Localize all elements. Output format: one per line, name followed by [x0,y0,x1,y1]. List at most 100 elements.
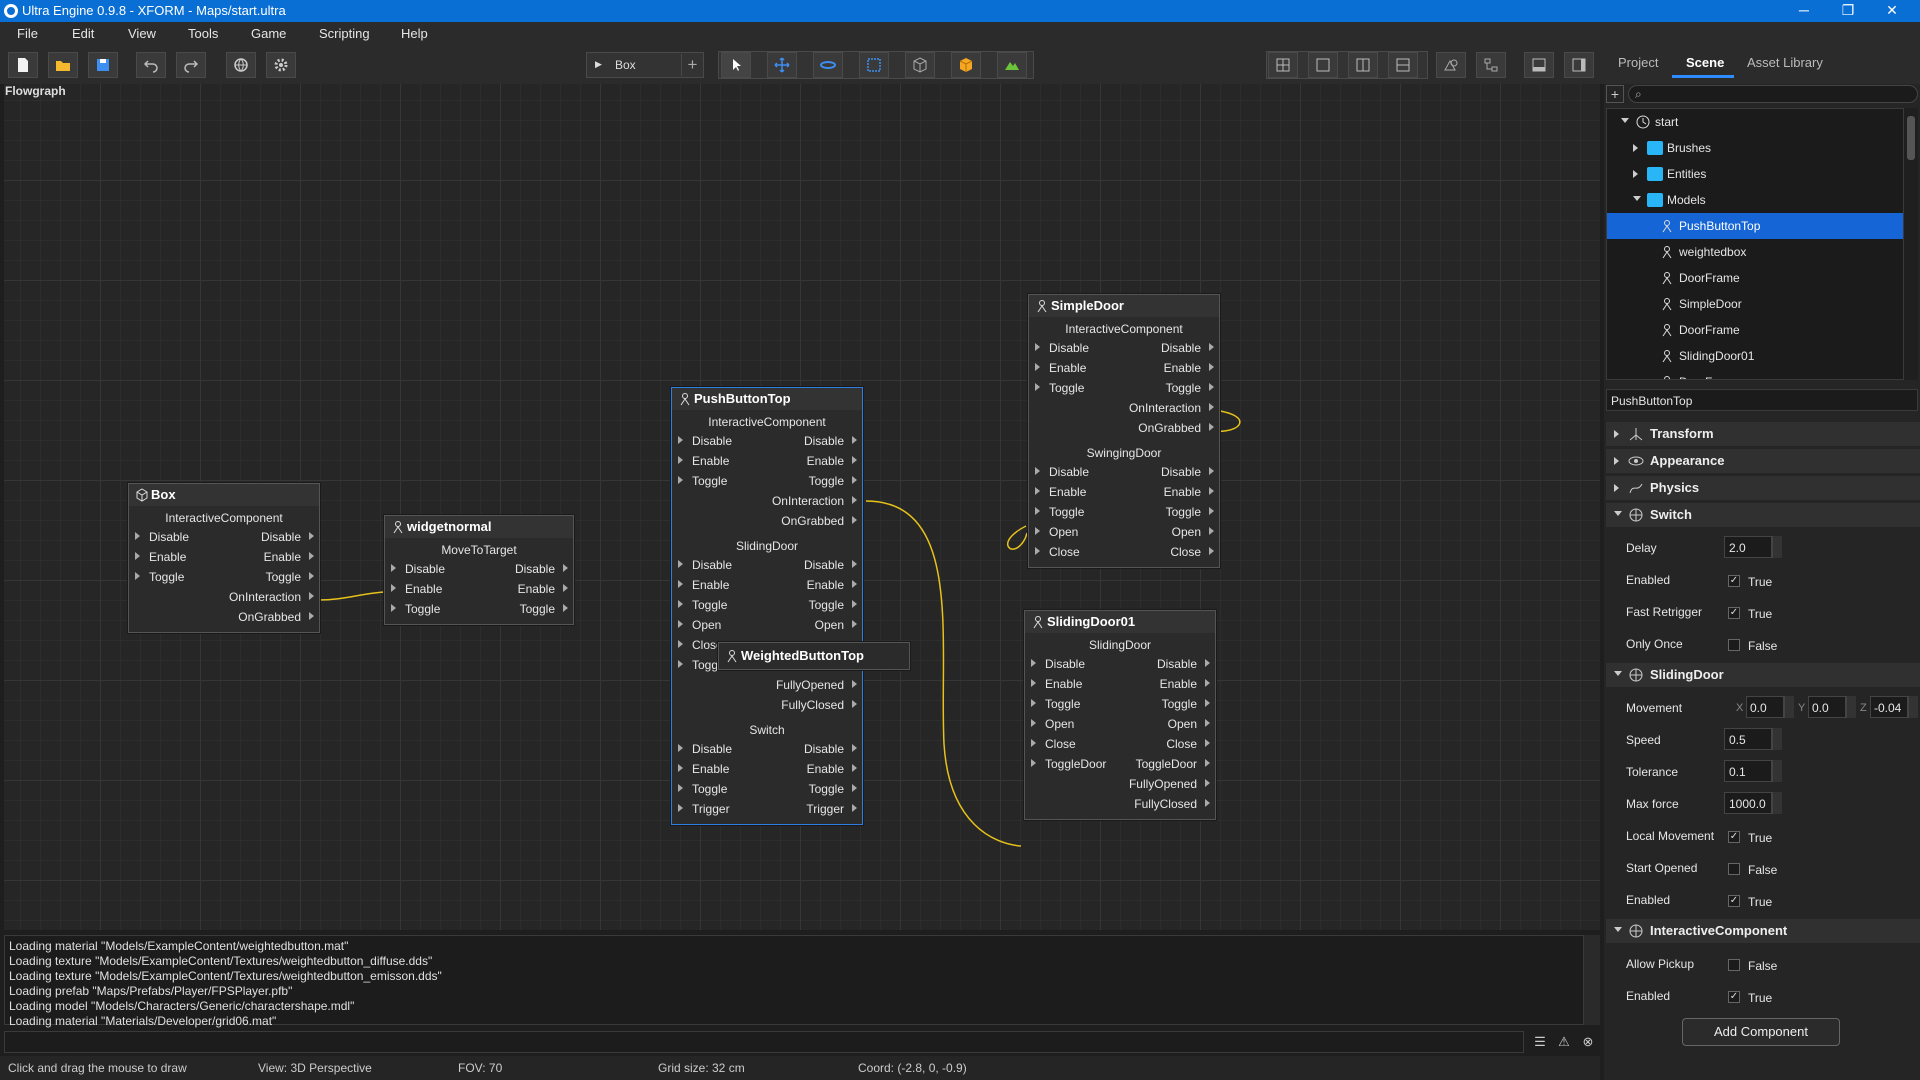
scale-tool-button[interactable] [859,52,889,78]
layout-single-button[interactable] [1308,52,1338,78]
rotate-tool-button[interactable] [813,52,843,78]
movement-x-spinner[interactable] [1784,696,1794,718]
menu-help[interactable]: Help [401,26,428,41]
node-port-row[interactable]: Toggle Toggle [672,473,862,491]
node-port-row[interactable]: Open Open [672,617,862,635]
menu-edit[interactable]: Edit [72,26,94,41]
node-port-row[interactable]: ToggleDoor ToggleDoor [1025,756,1215,774]
node-port-row[interactable]: Toggle Toggle [1029,504,1219,522]
local-movement-checkbox[interactable]: ✓ [1728,831,1740,843]
maximize-button[interactable]: ❐ [1828,0,1868,22]
node-port-row[interactable]: Enable Enable [1029,484,1219,502]
error-icon[interactable]: ⊗ [1578,1032,1598,1052]
node-port-row[interactable]: Disable Disable [1025,656,1215,674]
tree-item[interactable]: DoorFrame [1607,317,1903,343]
tree-item[interactable]: DoorFrame [1607,369,1903,379]
flow-node-pushbuttontop[interactable]: PushButtonTop InteractiveComponent Disab… [671,387,863,825]
group-transform-header[interactable]: Transform [1606,422,1920,446]
tree-item[interactable]: PushButtonTop [1607,213,1903,239]
tree-item[interactable]: SimpleDoor [1607,291,1903,317]
collapse-arrow-icon[interactable] [1633,196,1641,201]
flow-node-box[interactable]: Box InteractiveComponent Disable Disable … [128,483,320,633]
node-port-row[interactable]: FullyOpened [672,677,862,695]
node-port-row[interactable]: OnGrabbed [1029,420,1219,438]
tolerance-input[interactable]: 0.1 [1724,760,1772,782]
interactive-enabled-checkbox[interactable]: ✓ [1728,991,1740,1003]
delay-input[interactable]: 2.0 [1724,536,1772,558]
box-tool-button[interactable] [905,52,935,78]
node-port-row[interactable]: Toggle Toggle [129,569,319,587]
node-header[interactable]: Box [129,484,319,506]
log-scrollbar[interactable] [1584,935,1600,1025]
tree-item[interactable]: Models [1607,187,1903,213]
node-port-row[interactable]: Toggle Toggle [385,601,573,619]
node-port-row[interactable]: Open Open [1029,524,1219,542]
switch-enabled-checkbox[interactable]: ✓ [1728,575,1740,587]
movement-z-spinner[interactable] [1908,696,1918,718]
max-force-spinner[interactable] [1772,792,1782,814]
flow-node-widgetnormal[interactable]: widgetnormal MoveToTarget Disable Disable… [384,515,574,625]
new-file-button[interactable] [8,52,38,78]
sculpt-button[interactable] [1436,52,1466,78]
solid-box-tool-button[interactable] [951,52,981,78]
tab-asset-library[interactable]: Asset Library [1747,55,1823,70]
scene-tree[interactable]: start Brushes Entities Models PushButtonTop w… [1606,108,1904,380]
start-opened-checkbox[interactable] [1728,863,1740,875]
group-switch-header[interactable]: Switch [1606,503,1920,527]
flow-node-weightedbuttontop[interactable]: WeightedButtonTop [718,642,910,670]
group-interactive-header[interactable]: InteractiveComponent [1606,919,1920,943]
node-port-row[interactable]: Enable Enable [672,453,862,471]
menu-scripting[interactable]: Scripting [319,26,370,41]
max-force-input[interactable]: 1000.0 [1724,792,1772,814]
tree-item[interactable]: Brushes [1607,135,1903,161]
expand-arrow-icon[interactable] [1633,144,1638,152]
settings-button[interactable] [266,52,296,78]
delay-spinner[interactable] [1772,536,1782,558]
layout-hsplit-button[interactable] [1388,52,1418,78]
tolerance-spinner[interactable] [1772,760,1782,782]
node-header[interactable]: PushButtonTop [672,388,862,410]
tree-item[interactable]: start [1607,109,1903,135]
node-port-row[interactable]: Toggle Toggle [672,781,862,799]
node-header[interactable]: SlidingDoor01 [1025,611,1215,633]
warning-icon[interactable]: ⚠ [1554,1032,1574,1052]
group-slidingdoor-header[interactable]: SlidingDoor [1606,663,1920,687]
undo-button[interactable] [136,52,166,78]
movement-y-spinner[interactable] [1846,696,1856,718]
node-port-row[interactable]: Trigger Trigger [672,801,862,819]
node-port-row[interactable]: Disable Disable [385,561,573,579]
movement-z-input[interactable]: -0.04 [1870,696,1908,718]
tree-item[interactable]: weightedbox [1607,239,1903,265]
menu-view[interactable]: View [128,26,156,41]
flow-node-slidingdoor01[interactable]: SlidingDoor01 SlidingDoor Disable Disable… [1024,610,1216,820]
toggle-bottom-panel-button[interactable] [1524,52,1554,78]
fast-retrigger-checkbox[interactable]: ✓ [1728,607,1740,619]
output-log[interactable]: Loading material "Models/ExampleContent/… [4,935,1584,1028]
expand-arrow-icon[interactable] [1633,170,1638,178]
node-port-row[interactable]: Disable Disable [672,557,862,575]
add-scene-item-button[interactable]: + [1606,85,1624,103]
menu-tools[interactable]: Tools [188,26,218,41]
node-port-row[interactable]: Toggle Toggle [1029,380,1219,398]
node-port-row[interactable]: Disable Disable [1029,340,1219,358]
tab-project[interactable]: Project [1618,55,1658,70]
movement-y-input[interactable]: 0.0 [1808,696,1846,718]
node-port-row[interactable]: FullyClosed [672,697,862,715]
node-port-row[interactable]: Disable Disable [129,529,319,547]
allow-pickup-checkbox[interactable] [1728,959,1740,971]
only-once-checkbox[interactable] [1728,639,1740,651]
tree-item[interactable]: SlidingDoor01 [1607,343,1903,369]
node-port-row[interactable]: Close Close [1025,736,1215,754]
layout-vsplit-button[interactable] [1348,52,1378,78]
collapse-arrow-icon[interactable] [1621,118,1629,123]
scene-search-input[interactable]: ⌕ [1628,85,1918,103]
node-port-row[interactable]: FullyOpened [1025,776,1215,794]
open-file-button[interactable] [48,52,78,78]
add-component-button[interactable]: Add Component [1682,1018,1840,1046]
node-port-row[interactable]: Toggle Toggle [1025,696,1215,714]
flow-node-simpledoor[interactable]: SimpleDoor InteractiveComponent Disable D… [1028,294,1220,568]
group-appearance-header[interactable]: Appearance [1606,449,1920,473]
tree-scrollbar[interactable] [1904,108,1918,380]
tree-item[interactable]: Entities [1607,161,1903,187]
terrain-tool-button[interactable] [997,52,1027,78]
